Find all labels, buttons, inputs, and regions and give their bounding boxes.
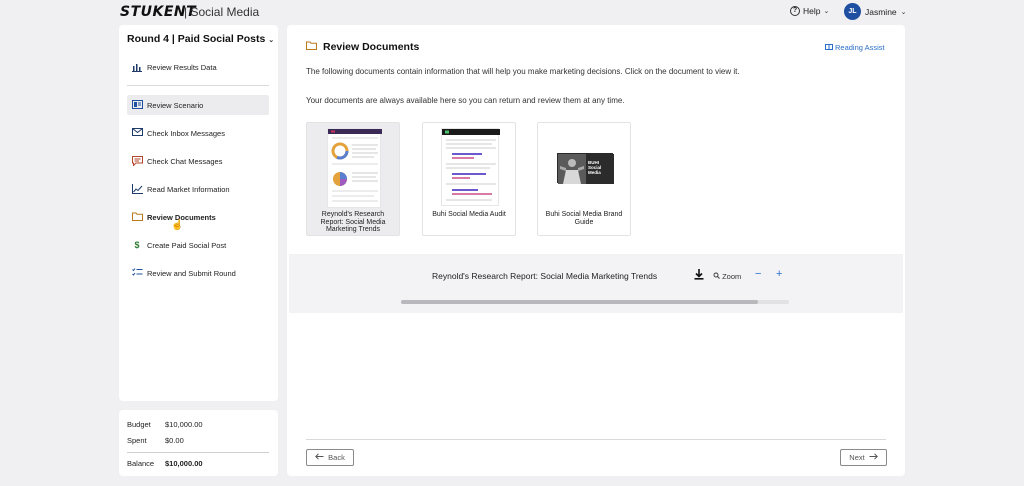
- document-label: Reynold's Research Report: Social Media …: [320, 211, 386, 233]
- balance-row: Balance $10,000.00: [127, 459, 269, 468]
- chat-icon: [132, 156, 143, 167]
- zoom-label: Zoom: [722, 272, 742, 281]
- arrow-left-icon: [315, 453, 324, 462]
- sidebar-item-label: Review Scenario: [147, 100, 204, 110]
- sidebar-item-label: Check Chat Messages: [147, 156, 223, 166]
- sidebar-item-create-paid-social-post[interactable]: $ Create Paid Social Post: [127, 235, 269, 255]
- chevron-down-icon: ⌄: [900, 8, 907, 16]
- zoom-in-button[interactable]: +: [776, 268, 782, 280]
- sidebar-item-review-scenario[interactable]: Review Scenario: [127, 95, 269, 115]
- envelope-icon: [132, 128, 143, 138]
- budget-panel: Budget $10,000.00 Spent $0.00 Balance $1…: [119, 410, 278, 476]
- product-name: | Social Media: [184, 5, 260, 19]
- arrow-right-icon: [869, 453, 878, 462]
- sidebar-item-label: Review Results Data: [147, 62, 217, 72]
- sidebar-item-label: Create Paid Social Post: [147, 240, 227, 250]
- avatar: JL: [844, 3, 861, 20]
- next-button[interactable]: Next: [840, 449, 887, 466]
- horizontal-scrollbar[interactable]: [401, 300, 789, 304]
- brand-guide-thumb-text: BUHI Social Media: [588, 160, 602, 175]
- help-icon: ?: [790, 6, 800, 16]
- intro-text: The following documents contain informat…: [306, 67, 740, 76]
- main-panel: Review Documents Reading Assist The foll…: [287, 25, 905, 476]
- sidebar-item-label: Read Market Information: [147, 184, 230, 194]
- footer-divider: [306, 439, 886, 440]
- sidebar-item-read-market-information[interactable]: Read Market Information: [127, 179, 269, 199]
- reading-assist-button[interactable]: Reading Assist: [825, 43, 885, 52]
- zoom-control: Zoom: [713, 272, 741, 281]
- magnifier-icon: [713, 272, 722, 281]
- sidebar-divider: [127, 85, 269, 86]
- help-label: Help: [803, 6, 821, 16]
- user-name: Jasmine: [865, 6, 897, 17]
- line-chart-icon: [132, 184, 143, 194]
- page-title-text: Review Documents: [323, 41, 420, 53]
- spent-label: Spent: [127, 436, 147, 445]
- chevron-down-icon: ⌄: [823, 8, 830, 15]
- next-label: Next: [849, 453, 865, 462]
- zoom-out-button[interactable]: −: [755, 268, 761, 280]
- viewer-title: Reynold's Research Report: Social Media …: [432, 271, 658, 281]
- budget-label: Budget: [127, 420, 151, 429]
- document-thumbnail: [327, 128, 382, 208]
- checklist-icon: [132, 268, 143, 278]
- round-title: Round 4 | Paid Social Posts: [127, 33, 266, 45]
- folder-icon: [132, 212, 143, 222]
- sidebar: Round 4 | Paid Social Posts ⌄ Review Res…: [119, 25, 278, 401]
- document-card-brand-guide[interactable]: BUHI Social Media Buhi Social Media Bran…: [537, 122, 631, 236]
- back-button[interactable]: Back: [306, 449, 354, 466]
- folder-icon: [306, 41, 317, 53]
- document-card-research-report[interactable]: Reynold's Research Report: Social Media …: [306, 122, 400, 236]
- bar-chart-icon: [132, 62, 142, 72]
- sidebar-item-review-documents[interactable]: Review Documents: [127, 207, 269, 227]
- document-viewer: Reynold's Research Report: Social Media …: [289, 254, 903, 313]
- dollar-icon: $: [134, 240, 140, 250]
- sidebar-item-review-and-submit-round[interactable]: Review and Submit Round: [127, 263, 269, 283]
- user-menu[interactable]: JL Jasmine ⌄: [844, 3, 907, 20]
- document-label: Buhi Social Media Audit: [432, 211, 506, 218]
- document-label: Buhi Social Media Brand Guide: [545, 211, 623, 226]
- budget-row: Budget $10,000.00: [127, 420, 269, 429]
- help-menu[interactable]: ? Help ⌄: [790, 6, 829, 16]
- document-card-social-media-audit[interactable]: Buhi Social Media Audit: [422, 122, 516, 236]
- top-bar: STUKENT | Social Media ? Help ⌄ JL Jasmi…: [0, 0, 1024, 24]
- balance-label: Balance: [127, 459, 155, 468]
- intro-text-secondary: Your documents are always available here…: [306, 96, 625, 105]
- download-icon[interactable]: [694, 269, 704, 283]
- reading-assist-icon: [825, 43, 833, 52]
- sidebar-item-check-inbox-messages[interactable]: Check Inbox Messages: [127, 123, 269, 143]
- round-selector[interactable]: Round 4 | Paid Social Posts ⌄: [127, 33, 274, 45]
- sidebar-item-label: Check Inbox Messages: [147, 128, 225, 138]
- document-thumbnail: [441, 128, 500, 206]
- reading-assist-label: Reading Assist: [835, 43, 885, 52]
- budget-divider: [127, 452, 269, 453]
- back-label: Back: [328, 453, 345, 462]
- pointer-cursor-icon: ☝: [171, 220, 184, 231]
- page-title: Review Documents: [306, 41, 419, 53]
- document-thumbnail: BUHI Social Media: [557, 153, 614, 184]
- sidebar-item-check-chat-messages[interactable]: Check Chat Messages: [127, 151, 269, 171]
- spent-value: $0.00: [165, 436, 184, 445]
- sidebar-item-review-results-data[interactable]: Review Results Data: [127, 57, 269, 77]
- sidebar-item-label: Review and Submit Round: [147, 268, 236, 278]
- scenario-icon: [132, 100, 143, 110]
- budget-value: $10,000.00: [165, 420, 203, 429]
- scrollbar-thumb[interactable]: [401, 300, 758, 304]
- balance-value: $10,000.00: [165, 459, 203, 468]
- chevron-down-icon: ⌄: [268, 37, 275, 44]
- spent-row: Spent $0.00: [127, 436, 269, 445]
